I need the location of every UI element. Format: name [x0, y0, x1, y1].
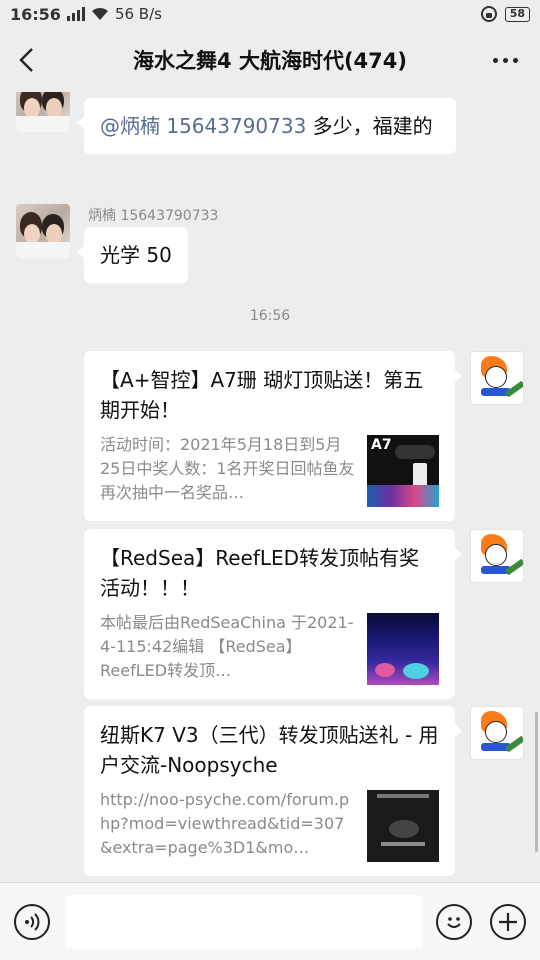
message-text: 多少，福建的	[306, 114, 433, 138]
voice-icon[interactable]	[14, 903, 50, 940]
card-title: 【A+智控】A7珊 瑚灯顶贴送！第五期开始！	[100, 368, 424, 422]
more-options-icon[interactable]	[493, 50, 518, 70]
my-avatar[interactable]	[470, 706, 524, 760]
network-speed: 56 B/s	[114, 5, 162, 23]
card-description: 活动时间：2021年5月18日到5月25日中奖人数：1名开奖日回帖鱼友再次抽中一…	[100, 435, 355, 502]
my-avatar[interactable]	[470, 529, 524, 583]
link-card[interactable]: 【RedSea】ReefLED转发顶帖有奖活动！！！ 本帖最后由RedSeaCh…	[84, 529, 462, 699]
card-description: 本帖最后由RedSeaChina 于2021-4-115:42编辑 【RedSe…	[100, 613, 354, 680]
message-bubble[interactable]: 光学 50	[77, 227, 188, 283]
message-text: 光学 50	[100, 243, 172, 267]
my-avatar[interactable]	[470, 351, 524, 405]
battery-indicator: 58	[504, 6, 530, 22]
message-bubble[interactable]: @炳楠 15643790733 多少，福建的	[77, 98, 456, 154]
plus-icon[interactable]	[490, 903, 526, 940]
scrollbar[interactable]	[535, 712, 538, 852]
card-thumbnail	[367, 613, 439, 685]
card-title: 纽斯K7 V3（三代）转发顶贴送礼 - 用户交流-Noopsyche	[100, 723, 439, 777]
card-thumbnail	[367, 790, 439, 862]
link-card[interactable]: 纽斯K7 V3（三代）转发顶贴送礼 - 用户交流-Noopsyche http:…	[84, 706, 462, 876]
card-thumbnail: A7	[367, 435, 439, 507]
chat-title: 海水之舞4 大航海时代(474)	[133, 49, 407, 73]
chat-header: 海水之舞4 大航海时代(474)	[0, 28, 540, 92]
signal-icon	[66, 7, 85, 21]
message-input[interactable]	[66, 894, 422, 949]
chat-area[interactable]: @炳楠 15643790733 多少，福建的 炳楠 15643790733 光学…	[0, 92, 540, 882]
input-bar	[0, 882, 540, 960]
message-timestamp: 16:56	[249, 308, 291, 324]
link-card[interactable]: 【A+智控】A7珊 瑚灯顶贴送！第五期开始！ 活动时间：2021年5月18日到5…	[84, 351, 462, 521]
sender-name: 炳楠 15643790733	[88, 208, 219, 224]
rotation-lock-icon	[480, 6, 497, 22]
sender-avatar[interactable]	[16, 92, 70, 132]
mention-link[interactable]: @炳楠 15643790733	[100, 114, 306, 138]
card-description: http://noo-psyche.com/forum.php?mod=view…	[100, 790, 350, 857]
emoji-icon[interactable]	[436, 903, 472, 940]
status-bar: 16:56 56 B/s 58	[0, 0, 540, 28]
thumbnail-label: A7	[371, 437, 392, 453]
card-title: 【RedSea】ReefLED转发顶帖有奖活动！！！	[100, 546, 420, 600]
sender-avatar[interactable]	[16, 204, 70, 258]
wifi-icon	[91, 7, 108, 20]
status-time: 16:56	[10, 4, 61, 24]
back-arrow-icon[interactable]	[14, 46, 42, 74]
